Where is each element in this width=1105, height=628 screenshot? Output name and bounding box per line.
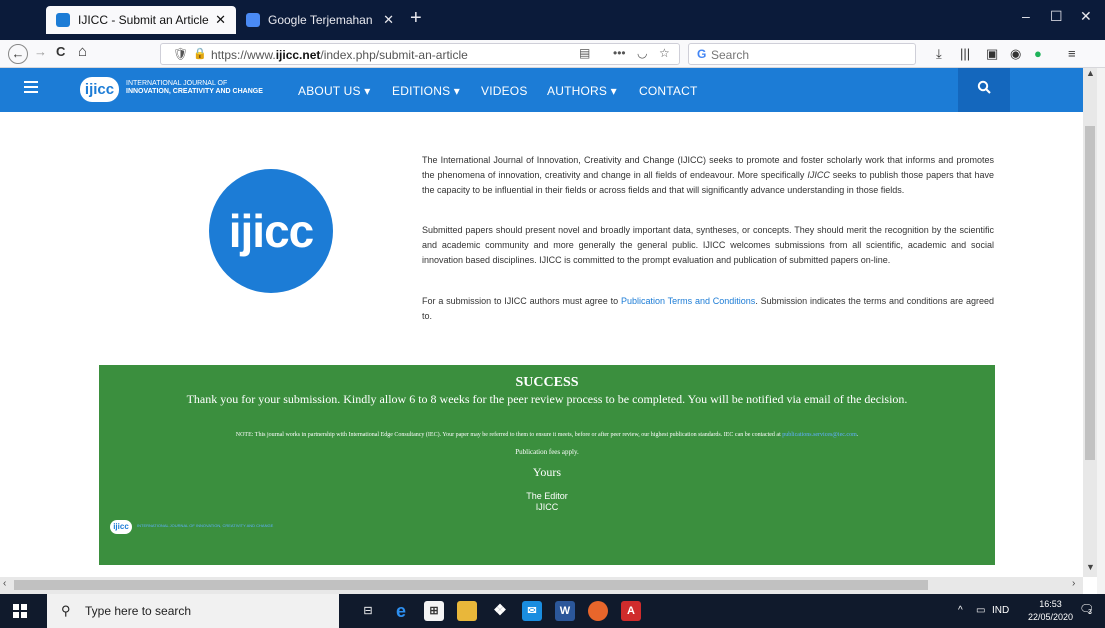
fees-note: Publication fees apply. [515,448,579,456]
google-translate-favicon-icon [246,13,260,27]
horizontal-scroll-thumb[interactable] [14,580,928,590]
menu-videos[interactable]: VIDEOS [481,84,528,98]
search-engine-icon: G [697,47,707,61]
menu-icon[interactable]: ≡ [1068,46,1076,61]
search-icon [977,80,991,98]
maximize-button[interactable]: ☐ [1050,8,1063,25]
account-icon[interactable]: ◉ [1010,46,1021,62]
notification-center-icon[interactable]: 🗨 3 [1079,602,1095,618]
horizontal-scrollbar[interactable]: ‹ › [0,577,1083,594]
intro-paragraph: The International Journal of Innovation,… [422,155,994,195]
scroll-up-icon[interactable]: ▲ [1086,68,1095,78]
menu-authors[interactable]: AUTHORS ▾ [547,84,617,98]
scroll-down-icon[interactable]: ▼ [1086,562,1095,572]
word-icon[interactable]: W [555,601,575,621]
firefox-icon[interactable] [588,601,608,621]
success-panel: SUCCESS Thank you for your submission. K… [99,365,995,565]
file-explorer-icon[interactable] [457,601,477,621]
ijicc-logo: ijicc [209,169,333,293]
reload-button[interactable]: C [56,44,65,59]
ijicc-favicon-icon [56,13,70,27]
close-tab-icon[interactable]: ✕ [383,12,394,28]
mail-icon[interactable]: ✉ [522,601,542,621]
small-ijicc-logo: ijicc [110,520,132,534]
search-icon: ⚲ [61,603,71,618]
back-button[interactable]: ← [8,44,28,64]
vertical-scroll-thumb[interactable] [1085,126,1095,460]
bookmark-star-icon[interactable]: ☆ [659,46,670,60]
library-icon[interactable]: ||| [960,46,970,61]
windows-taskbar: ⚲ Type here to search ⊟ e ⊞ ❖ ✉ W A ^ ▭ … [0,594,1105,628]
taskbar-search[interactable]: ⚲ Type here to search [47,594,339,628]
new-tab-button[interactable]: + [410,8,422,28]
language-indicator[interactable]: IND [992,605,1009,616]
tab-submit-article[interactable]: IJICC - Submit an Article ✕ [46,6,236,34]
clock[interactable]: 16:53 22/05/2020 [1028,598,1073,624]
partnership-note: NOTE: This journal works in partnership … [235,432,859,438]
url-bar[interactable]: 🛡 🔒 https://www.ijicc.net/index.php/subm… [160,43,680,65]
success-heading: SUCCESS [515,375,579,390]
small-logo-text: INTERNATIONAL JOURNAL OF INNOVATION, CRE… [137,523,274,528]
submission-paragraph: Submitted papers should present novel an… [422,225,994,265]
windows-start-icon[interactable] [13,604,27,618]
editor-signature: The Editor IJICC [526,491,568,512]
scroll-left-icon[interactable]: ‹ [3,578,6,589]
close-window-button[interactable]: ✕ [1080,8,1092,25]
lock-icon[interactable]: 🔒 [193,47,207,60]
acrobat-icon[interactable]: A [621,601,641,621]
page-content: ijicc The International Journal of Innov… [0,112,1083,577]
search-placeholder: Search [711,48,750,62]
tab-label: Google Terjemahan [268,13,373,27]
pocket-icon[interactable]: ◡ [637,46,647,60]
show-hidden-icons-icon[interactable]: ^ [958,605,963,616]
site-search-button[interactable] [958,68,1010,112]
site-logo[interactable]: ijicc [80,77,119,102]
success-message: Thank you for your submission. Kindly al… [186,392,908,406]
journal-name[interactable]: INTERNATIONAL JOURNAL OF INNOVATION, CRE… [126,80,263,96]
reader-view-icon[interactable]: ▤ [579,46,590,60]
home-button[interactable]: ⌂ [78,43,87,60]
vertical-scrollbar[interactable]: ▲ ▼ [1083,68,1097,577]
site-header: ijicc INTERNATIONAL JOURNAL OF INNOVATIO… [0,68,1083,112]
dropbox-icon[interactable]: ❖ [490,601,510,621]
downloads-icon[interactable]: ⤓ [936,46,942,62]
tab-google-translate[interactable]: Google Terjemahan ✕ [236,6,404,34]
battery-icon[interactable]: ▭ [976,605,985,616]
forward-button[interactable]: → [34,44,47,59]
sign-off: Yours [532,465,562,479]
scroll-right-icon[interactable]: › [1072,578,1075,589]
menu-contact[interactable]: CONTACT [639,84,698,98]
edge-icon[interactable]: e [391,601,411,621]
task-view-icon[interactable]: ⊟ [358,601,378,621]
taskbar-search-placeholder: Type here to search [85,604,192,618]
background-window-edge [1097,68,1105,594]
browser-search-box[interactable]: G Search [688,43,916,65]
tab-label: IJICC - Submit an Article [78,13,209,27]
publication-terms-link[interactable]: Publication Terms and Conditions [621,296,755,306]
extension-icon[interactable]: ● [1034,46,1042,61]
menu-about-us[interactable]: ABOUT US ▾ [298,84,370,98]
store-icon[interactable]: ⊞ [424,601,444,621]
tracking-shield-icon[interactable]: 🛡 [173,47,188,61]
menu-editions[interactable]: EDITIONS ▾ [392,84,460,98]
page-actions-icon[interactable]: ••• [613,46,626,60]
close-tab-icon[interactable]: ✕ [215,12,226,28]
url-text: https://www.ijicc.net/index.php/submit-a… [211,48,468,62]
sidebar-icon[interactable]: ▣ [986,46,998,62]
minimize-button[interactable]: – [1022,8,1030,24]
browser-tab-bar: IJICC - Submit an Article ✕ Google Terje… [0,0,1105,40]
hamburger-menu-icon[interactable] [24,81,38,93]
iec-email-link[interactable]: publications.services@iec.com [782,432,857,438]
terms-paragraph: For a submission to IJICC authors must a… [422,296,994,321]
browser-nav-bar: ← → C ⌂ 🛡 🔒 https://www.ijicc.net/index.… [0,40,1105,68]
